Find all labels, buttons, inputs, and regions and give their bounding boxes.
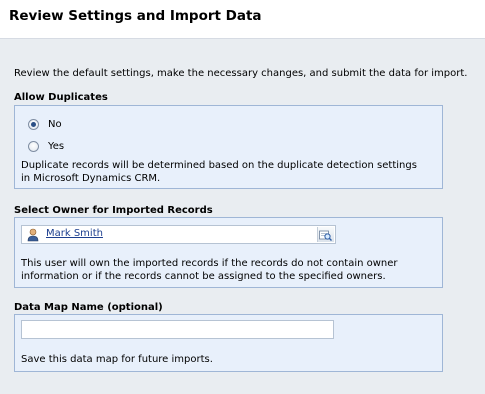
- owner-lookup-field[interactable]: Mark Smith: [21, 225, 336, 244]
- content-area: Review the default settings, make the ne…: [0, 39, 485, 394]
- radio-option-no[interactable]: No: [28, 116, 62, 132]
- allow-duplicates-label: Allow Duplicates: [14, 92, 108, 103]
- intro-text: Review the default settings, make the ne…: [14, 68, 468, 79]
- page-title: Review Settings and Import Data: [9, 8, 262, 24]
- owner-user-link[interactable]: Mark Smith: [46, 228, 103, 239]
- user-icon: [27, 228, 39, 242]
- allow-duplicates-panel: No Yes Duplicate records will be determi…: [14, 105, 443, 189]
- data-map-note: Save this data map for future imports.: [21, 354, 213, 365]
- lookup-search-icon[interactable]: [317, 227, 334, 242]
- duplicates-note: Duplicate records will be determined bas…: [21, 159, 417, 185]
- owner-label: Select Owner for Imported Records: [14, 205, 213, 216]
- owner-note-line1: This user will own the imported records …: [21, 258, 398, 269]
- radio-no-label: No: [48, 118, 62, 130]
- duplicates-note-line1: Duplicate records will be determined bas…: [21, 160, 417, 171]
- page-header: Review Settings and Import Data: [0, 0, 485, 39]
- data-map-name-input[interactable]: [21, 320, 334, 339]
- radio-yes[interactable]: [28, 140, 39, 152]
- radio-option-yes[interactable]: Yes: [28, 138, 64, 154]
- owner-note-line2: information or if the records cannot be …: [21, 271, 386, 282]
- data-map-panel: Save this data map for future imports.: [14, 314, 443, 372]
- owner-panel: Mark Smith This user will own the import…: [14, 217, 443, 288]
- data-map-label: Data Map Name (optional): [14, 302, 163, 313]
- duplicates-note-line2: in Microsoft Dynamics CRM.: [21, 173, 161, 184]
- radio-no[interactable]: [28, 118, 39, 130]
- radio-yes-label: Yes: [48, 140, 65, 152]
- owner-note: This user will own the imported records …: [21, 257, 398, 283]
